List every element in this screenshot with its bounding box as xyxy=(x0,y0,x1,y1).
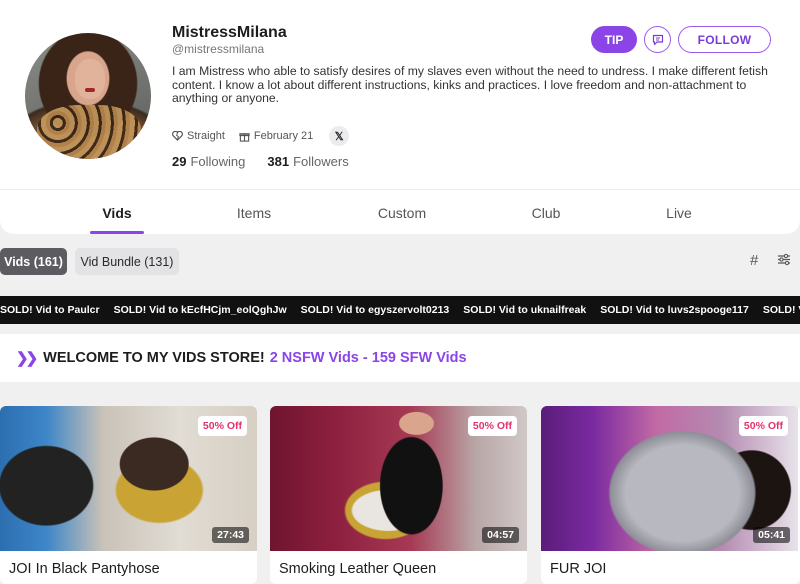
orientation-label: Straight xyxy=(187,130,225,142)
tab-club[interactable]: Club xyxy=(532,205,561,221)
active-tab-indicator xyxy=(90,231,144,234)
avatar[interactable] xyxy=(25,33,151,159)
profile-handle: @mistressmilana xyxy=(172,42,265,56)
discount-badge: 50% Off xyxy=(197,416,247,436)
ticker-item: SOLD! Vid to kEcfHCjm_eolQghJw xyxy=(113,304,287,316)
profile-bio: I am Mistress who able to satisfy desire… xyxy=(172,64,768,105)
video-title[interactable]: JOI In Black Pantyhose xyxy=(9,561,160,577)
video-thumbnail[interactable]: 50% Off 05:41 xyxy=(541,406,798,551)
filter-bundle-chip[interactable]: Vid Bundle (131) xyxy=(75,248,179,275)
video-title[interactable]: FUR JOI xyxy=(550,561,606,577)
ticker-item: SOLD! Vid to Darkm xyxy=(762,304,800,316)
tab-live[interactable]: Live xyxy=(666,205,692,221)
profile-stats: 29 Following 381 Followers xyxy=(172,154,371,169)
followers-count: 381 xyxy=(267,154,290,169)
profile-meta: Straight February 21 𝕏 xyxy=(172,126,350,146)
double-chevron-right-icon: ❯❯ xyxy=(16,350,38,367)
tab-vids[interactable]: Vids xyxy=(102,205,131,221)
welcome-highlight: 2 NSFW Vids - 159 SFW Vids xyxy=(269,350,467,366)
birthday-item: February 21 xyxy=(239,130,313,142)
ticker-item: SOLD! Vid to egyszervolt0213 xyxy=(300,304,450,316)
tab-items[interactable]: Items xyxy=(237,205,271,221)
content-tabs: Vids Items Custom Club Live xyxy=(0,190,800,234)
gift-icon xyxy=(239,132,250,142)
hashtag-icon[interactable]: # xyxy=(750,252,758,269)
filter-vids-chip[interactable]: Vids (161) xyxy=(0,248,67,275)
ticker-item: SOLD! Vid to uknailfreak xyxy=(463,304,587,316)
tip-button[interactable]: TIP xyxy=(591,26,637,53)
video-card[interactable]: 50% Off 27:43 JOI In Black Pantyhose xyxy=(0,406,257,584)
welcome-banner: ❯❯ WELCOME TO MY VIDS STORE! 2 NSFW Vids… xyxy=(0,334,800,382)
following-count: 29 xyxy=(172,154,187,169)
video-duration: 04:57 xyxy=(482,527,519,543)
video-card[interactable]: 50% Off 05:41 FUR JOI xyxy=(541,406,800,584)
video-thumbnail[interactable]: 50% Off 27:43 xyxy=(0,406,257,551)
discount-badge: 50% Off xyxy=(467,416,517,436)
video-thumbnail[interactable]: 50% Off 04:57 xyxy=(270,406,527,551)
message-button[interactable] xyxy=(644,26,671,53)
sales-ticker: SOLD! Vid to Paulcr SOLD! Vid to kEcfHCj… xyxy=(0,296,800,324)
video-duration: 27:43 xyxy=(212,527,249,543)
filter-sliders-icon[interactable] xyxy=(777,253,791,266)
orientation-item: Straight xyxy=(172,130,225,142)
following-label: Following xyxy=(190,154,246,169)
profile-name: MistressMilana xyxy=(172,24,287,41)
birthday-label: February 21 xyxy=(253,130,314,142)
x-social-icon[interactable]: 𝕏 xyxy=(329,126,350,146)
followers-stat[interactable]: 381 Followers xyxy=(267,154,348,169)
welcome-title: WELCOME TO MY VIDS STORE! xyxy=(43,350,265,366)
profile-header: MistressMilana @mistressmilana I am Mist… xyxy=(0,0,800,234)
video-duration: 05:41 xyxy=(753,527,790,543)
ticker-item: SOLD! Vid to luvs2spooge117 xyxy=(600,304,749,316)
heart-broken-icon xyxy=(172,131,183,141)
followers-label: Followers xyxy=(293,154,349,169)
following-stat[interactable]: 29 Following xyxy=(172,154,245,169)
discount-badge: 50% Off xyxy=(738,416,788,436)
chat-icon xyxy=(652,34,663,45)
ticker-item: SOLD! Vid to Paulcr xyxy=(0,304,100,316)
tab-custom[interactable]: Custom xyxy=(378,205,426,221)
follow-button[interactable]: FOLLOW xyxy=(678,26,771,53)
video-card[interactable]: 50% Off 04:57 Smoking Leather Queen xyxy=(270,406,527,584)
video-title[interactable]: Smoking Leather Queen xyxy=(279,561,436,577)
